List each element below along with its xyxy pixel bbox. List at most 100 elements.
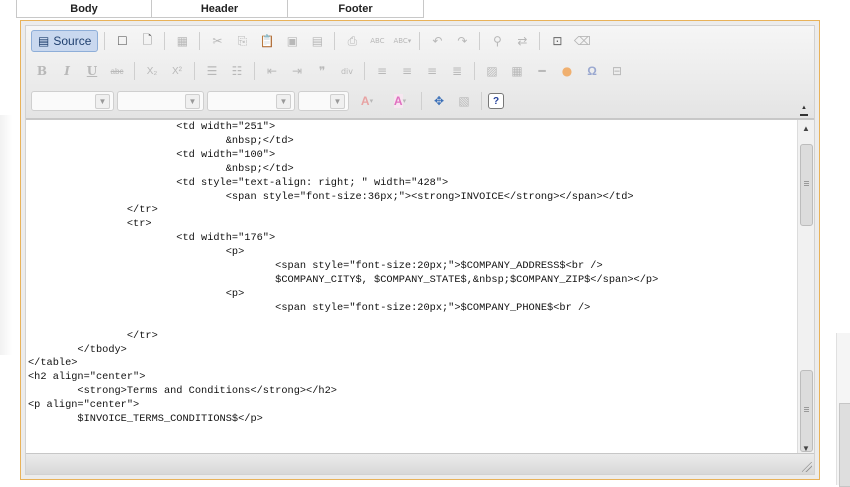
new-page-icon: ☐ xyxy=(116,34,128,48)
chevron-down-icon: ▼ xyxy=(330,93,345,109)
paste-button[interactable]: 📋 xyxy=(256,30,278,52)
page-scroll-thumb[interactable] xyxy=(839,403,850,487)
justify-icon: ≣ xyxy=(451,64,463,78)
tab-footer[interactable]: Footer xyxy=(288,0,424,18)
about-icon: ? xyxy=(492,95,500,107)
blockquote-button[interactable]: ❞ xyxy=(311,60,333,82)
indent-button[interactable]: ⇥ xyxy=(286,60,308,82)
background-color-button[interactable]: A ▾ xyxy=(385,90,415,112)
italic-button[interactable]: I xyxy=(56,60,78,82)
blockquote-icon: ❞ xyxy=(318,64,326,78)
numbered-list-button[interactable]: ☰ xyxy=(201,60,223,82)
bold-button[interactable]: B xyxy=(31,60,53,82)
font-combo[interactable]: ▼ xyxy=(207,91,295,111)
styles-combo[interactable]: ▼ xyxy=(31,91,114,111)
toolbar-separator xyxy=(134,62,135,80)
copy-icon: ⎘ xyxy=(237,33,248,48)
source-line: </tbody> xyxy=(28,343,127,356)
spellcheck-icon: ABC xyxy=(370,37,385,45)
about-button[interactable]: ? xyxy=(488,93,504,109)
smiley-button[interactable]: ● xyxy=(556,60,578,82)
source-textarea[interactable]: <td width="251"> &nbsp;</td> <td width="… xyxy=(26,119,814,456)
toolbar-separator xyxy=(194,62,195,80)
redo-button[interactable]: ↷ xyxy=(451,30,473,52)
source-line: <p> xyxy=(28,287,245,300)
cut-button[interactable]: ✂ xyxy=(206,30,228,52)
templates-button[interactable]: ▦ xyxy=(171,30,193,52)
select-all-icon: ⊡ xyxy=(552,34,563,48)
format-combo[interactable]: ▼ xyxy=(117,91,204,111)
superscript-button[interactable]: X² xyxy=(166,60,188,82)
toolbar-separator xyxy=(419,32,421,50)
chevron-down-icon: ▼ xyxy=(276,93,291,109)
strike-button[interactable]: abc xyxy=(106,60,128,82)
source-line: <h2 align="center"> xyxy=(28,371,146,384)
bulleted-list-button[interactable]: ☷ xyxy=(226,60,248,82)
tab-body[interactable]: Body xyxy=(16,0,152,18)
paste-word-button[interactable]: ▤ xyxy=(306,30,328,52)
strike-icon: abc xyxy=(110,66,124,76)
select-all-button[interactable]: ⊡ xyxy=(546,30,568,52)
redo-icon: ↷ xyxy=(457,34,468,48)
new-page-button[interactable]: ☐ xyxy=(111,30,133,52)
spellcheck-as-you-type-icon: ABC xyxy=(393,37,408,45)
align-right-button[interactable]: ≡ xyxy=(421,60,443,82)
scroll-thumb[interactable] xyxy=(800,144,813,226)
source-line: </tr> xyxy=(28,204,158,217)
tab-header[interactable]: Header xyxy=(152,0,288,18)
align-center-button[interactable]: ≡ xyxy=(396,60,418,82)
preview-button[interactable]: 🗋 xyxy=(136,30,158,52)
underline-icon: U xyxy=(86,64,98,78)
indent-icon: ⇥ xyxy=(291,64,303,78)
source-button[interactable]: ▤ Source xyxy=(31,30,99,52)
source-line: <td width="100"> xyxy=(28,148,276,161)
print-button[interactable]: ⎙ xyxy=(341,30,363,52)
source-scrollbar[interactable]: ▲ ▼ xyxy=(797,120,814,456)
scroll-up-icon[interactable]: ▲ xyxy=(798,120,814,136)
editor-statusbar xyxy=(26,453,814,474)
outdent-button[interactable]: ⇤ xyxy=(261,60,283,82)
copy-button[interactable]: ⎘ xyxy=(231,30,253,52)
div-button[interactable]: div xyxy=(336,60,358,82)
remove-format-button[interactable]: ⌫ xyxy=(571,30,593,52)
page-scrollbar[interactable] xyxy=(836,333,850,487)
paste-text-icon: ▣ xyxy=(286,34,299,48)
source-code[interactable]: <td width="251"> &nbsp;</td> <td width="… xyxy=(26,120,658,427)
source-line: <span style="font-size:20px;">$COMPANY_P… xyxy=(28,301,591,314)
subscript-button[interactable]: X₂ xyxy=(141,60,163,82)
toolbar-separator xyxy=(364,62,365,80)
image-icon: ▨ xyxy=(486,64,498,78)
toolbar-row-3: ▼ ▼ ▼ ▼ A ▾ A ▾ ✥ ▧ ? xyxy=(31,90,504,112)
show-blocks-button[interactable]: ▧ xyxy=(453,90,475,112)
source-line: <td style="text-align: right; " width="4… xyxy=(28,176,449,189)
spellcheck-as-you-type-button[interactable]: ABC ▾ xyxy=(391,30,413,52)
page-break-icon: ⊟ xyxy=(611,64,623,78)
image-button[interactable]: ▨ xyxy=(481,60,503,82)
undo-button[interactable]: ↶ xyxy=(426,30,448,52)
resize-handle-icon[interactable] xyxy=(802,462,812,472)
background-color-icon: A xyxy=(393,94,403,108)
source-line: </table> xyxy=(28,357,78,370)
underline-button[interactable]: U xyxy=(81,60,103,82)
paste-text-button[interactable]: ▣ xyxy=(281,30,303,52)
rich-text-editor: ▤ Source ☐ 🗋 ▦ ✂ ⎘ 📋 ▣ ▤ ⎙ ABC ABC ▾ ↶ ↷… xyxy=(20,20,820,480)
text-color-button[interactable]: A ▾ xyxy=(352,90,382,112)
justify-button[interactable]: ≣ xyxy=(446,60,468,82)
toolbar-row-1: ▤ Source ☐ 🗋 ▦ ✂ ⎘ 📋 ▣ ▤ ⎙ ABC ABC ▾ ↶ ↷… xyxy=(31,30,593,52)
find-button[interactable]: ⚲ xyxy=(486,30,508,52)
source-line: $INVOICE_TERMS_CONDITIONS$</p> xyxy=(28,413,263,426)
source-line: &nbsp;</td> xyxy=(28,162,294,175)
table-button[interactable]: ▦ xyxy=(506,60,528,82)
maximize-button[interactable]: ✥ xyxy=(428,90,450,112)
table-icon: ▦ xyxy=(511,64,523,78)
horizontal-rule-button[interactable]: ━ xyxy=(531,60,553,82)
align-center-icon: ≡ xyxy=(401,64,413,78)
smiley-icon: ● xyxy=(561,64,573,78)
special-char-button[interactable]: Ω xyxy=(581,60,603,82)
toolbar-separator xyxy=(254,62,255,80)
align-left-button[interactable]: ≡ xyxy=(371,60,393,82)
spellcheck-button[interactable]: ABC xyxy=(366,30,388,52)
replace-button[interactable]: ⇄ xyxy=(511,30,533,52)
size-combo[interactable]: ▼ xyxy=(298,91,349,111)
page-break-button[interactable]: ⊟ xyxy=(606,60,628,82)
